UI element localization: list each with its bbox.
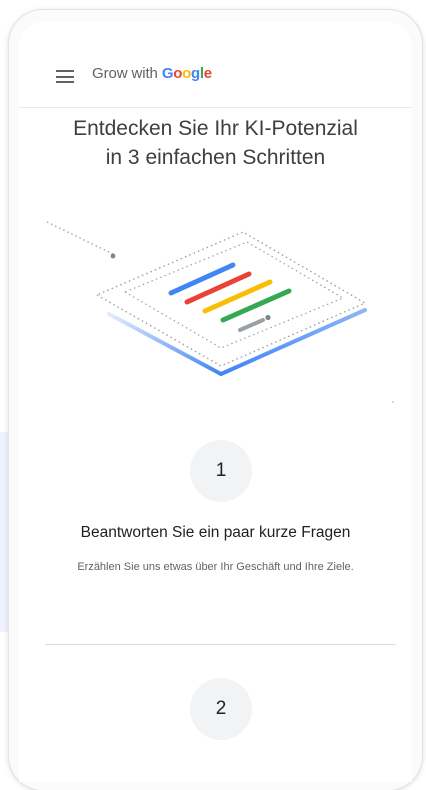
hero-illustration (46, 221, 394, 403)
gray-bar (238, 318, 265, 332)
blue-base-left (107, 312, 223, 376)
step-1-number-circle: 1 (190, 440, 252, 502)
step-1-number: 1 (215, 460, 227, 481)
hamburger-menu-icon[interactable] (56, 70, 74, 83)
green-bar (220, 288, 292, 323)
yellow-bar (202, 279, 273, 314)
step-2-number: 2 (215, 698, 227, 719)
dotted-inner-frame (123, 241, 345, 349)
page-title: Entdecken Sie Ihr KI-Potenzial in 3 einf… (19, 114, 412, 172)
google-wordmark: Google (161, 65, 212, 82)
page-title-line-1: Entdecken Sie Ihr KI-Potenzial (73, 117, 358, 140)
step-1-title: Beantworten Sie ein paar kurze Fragen (80, 524, 351, 541)
dotted-pointer-line (46, 221, 116, 256)
blue-base-right (219, 308, 367, 376)
grow-with-google-logo[interactable]: Grow with Google (92, 65, 212, 82)
step-1-description: Erzählen Sie uns etwas über Ihr Geschäft… (77, 561, 354, 573)
step-2-number-circle: 2 (190, 678, 252, 740)
small-dot (392, 401, 394, 403)
app-header: Grow with Google (19, 22, 412, 108)
step-divider (45, 644, 396, 645)
pointer-dot (110, 253, 116, 259)
blue-bar (168, 262, 236, 296)
page-title-line-2: in 3 einfachen Schritten (105, 146, 326, 169)
phone-screen: Grow with Google Entdecken Sie Ihr KI-Po… (19, 22, 412, 782)
brand-prefix: Grow with (92, 65, 158, 82)
gray-dot (265, 314, 271, 321)
